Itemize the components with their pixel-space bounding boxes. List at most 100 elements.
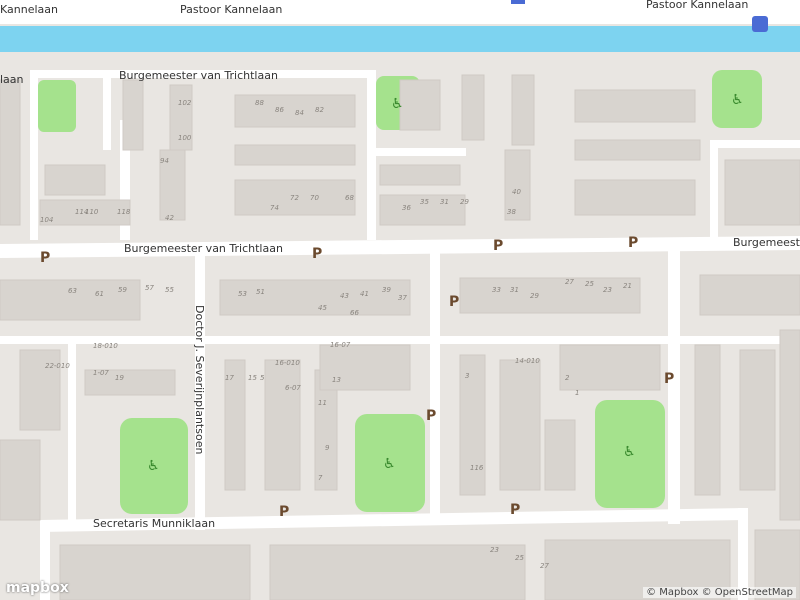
map-attribution[interactable]: © Mapbox © OpenStreetMap bbox=[643, 587, 796, 598]
playground-icon: ♿ bbox=[391, 96, 404, 112]
house-number: 15 bbox=[248, 374, 257, 382]
house-number: 14-010 bbox=[515, 357, 540, 365]
house-number: 6-07 bbox=[285, 384, 301, 392]
house-number: 82 bbox=[315, 106, 324, 114]
road-north-right bbox=[710, 140, 800, 148]
road-north-right-v bbox=[710, 140, 718, 240]
playground-icon: ♿ bbox=[623, 444, 636, 460]
house-number: 39 bbox=[382, 286, 391, 294]
house-number: 16-07 bbox=[330, 341, 351, 349]
road-north-stub bbox=[370, 148, 466, 156]
road-mid-secondary bbox=[0, 336, 800, 344]
house-number: 70 bbox=[310, 194, 319, 202]
house-number: 31 bbox=[440, 198, 449, 206]
house-number: 55 bbox=[165, 286, 174, 294]
house-number: 36 bbox=[402, 204, 411, 212]
house-number: 18-010 bbox=[93, 342, 118, 350]
playground-icon: ♿ bbox=[731, 92, 744, 108]
parking-icon[interactable]: P bbox=[493, 238, 503, 254]
road-north-spur bbox=[103, 70, 111, 150]
park-1 bbox=[38, 80, 76, 132]
street-label-middle-right: Burgemeester bbox=[733, 236, 800, 249]
house-number: 61 bbox=[95, 290, 104, 298]
house-number: 118 bbox=[117, 208, 131, 216]
house-number: 16-010 bbox=[275, 359, 300, 367]
parking-icon[interactable]: P bbox=[664, 371, 674, 387]
house-number: 45 bbox=[318, 304, 327, 312]
house-number: 33 bbox=[492, 286, 501, 294]
parking-icon[interactable]: P bbox=[510, 502, 520, 518]
house-number: 29 bbox=[530, 292, 539, 300]
street-label-top-left: Kannelaan bbox=[0, 3, 58, 16]
house-number: 13 bbox=[332, 376, 341, 384]
parking-icon[interactable]: P bbox=[40, 250, 50, 266]
house-number: 42 bbox=[165, 214, 174, 222]
house-number: 110 bbox=[85, 208, 99, 216]
street-label-south: Secretaris Munniklaan bbox=[93, 517, 215, 530]
house-number: 11 bbox=[318, 399, 327, 407]
street-label-top: Pastoor Kannelaan bbox=[180, 3, 282, 16]
house-number: 72 bbox=[290, 194, 299, 202]
street-label-north: Burgemeester van Trichtlaan bbox=[119, 69, 278, 82]
house-number: 40 bbox=[512, 188, 521, 196]
house-number: 27 bbox=[565, 278, 574, 286]
house-number: 29 bbox=[460, 198, 469, 206]
house-number: 43 bbox=[340, 292, 349, 300]
house-number: 116 bbox=[470, 464, 484, 472]
house-number: 59 bbox=[118, 286, 127, 294]
house-number: 21 bbox=[623, 282, 632, 290]
parking-icon[interactable]: P bbox=[449, 294, 459, 310]
parking-icon[interactable]: P bbox=[426, 408, 436, 424]
parking-icon[interactable]: P bbox=[628, 235, 638, 251]
house-number: 68 bbox=[345, 194, 354, 202]
house-number: 17 bbox=[225, 374, 234, 382]
house-number: 23 bbox=[490, 546, 499, 554]
road-vertical-center bbox=[430, 250, 440, 520]
house-number: 84 bbox=[295, 109, 304, 117]
house-number: 94 bbox=[160, 157, 169, 165]
house-number: 38 bbox=[507, 208, 516, 216]
map-svg: ♿ ♿ ♿ ♿ ♿ Pastoor Kannelaan Kannelaan Pa… bbox=[0, 0, 800, 600]
house-number: 57 bbox=[145, 284, 154, 292]
house-number: 1-07 bbox=[93, 369, 109, 377]
parking-icon[interactable]: P bbox=[312, 246, 322, 262]
playground-icon: ♿ bbox=[147, 458, 160, 474]
road-north-left bbox=[30, 70, 38, 240]
street-label-top-right: Pastoor Kannelaan bbox=[646, 0, 748, 11]
mapbox-logo[interactable]: mapbox bbox=[6, 580, 69, 596]
house-number: 22-010 bbox=[45, 362, 70, 370]
house-number: 3 bbox=[465, 372, 469, 380]
house-number: 2 bbox=[565, 374, 570, 382]
house-number: 25 bbox=[585, 280, 594, 288]
bus-stop-icon[interactable] bbox=[511, 0, 525, 4]
house-number: 66 bbox=[350, 309, 359, 317]
house-number: 7 bbox=[318, 474, 323, 482]
house-number: 27 bbox=[540, 562, 549, 570]
house-number: 35 bbox=[420, 198, 429, 206]
house-number: 51 bbox=[256, 288, 265, 296]
parking-icon[interactable]: P bbox=[279, 504, 289, 520]
house-number: 31 bbox=[510, 286, 519, 294]
attribution-mapbox[interactable]: © Mapbox bbox=[646, 587, 698, 598]
house-number: 74 bbox=[270, 204, 279, 212]
attribution-osm[interactable]: © OpenStreetMap bbox=[702, 587, 793, 598]
mapbox-logo-text: mapbox bbox=[6, 580, 69, 596]
house-number: 37 bbox=[398, 294, 407, 302]
canal-water bbox=[0, 26, 800, 52]
playground-icon: ♿ bbox=[383, 456, 396, 472]
house-number: 25 bbox=[515, 554, 524, 562]
house-number: 9 bbox=[325, 444, 330, 452]
street-label-left-edge: laan bbox=[0, 73, 24, 86]
house-number: 53 bbox=[238, 290, 247, 298]
house-number: 100 bbox=[178, 134, 192, 142]
house-number: 86 bbox=[275, 106, 284, 114]
street-label-vertical: Doctor J. Severijnplantsoen bbox=[193, 305, 206, 454]
house-number: 63 bbox=[68, 287, 77, 295]
house-number: 1 bbox=[575, 389, 579, 397]
bus-stop-icon[interactable] bbox=[752, 16, 768, 32]
map-canvas[interactable]: ♿ ♿ ♿ ♿ ♿ Pastoor Kannelaan Kannelaan Pa… bbox=[0, 0, 800, 600]
house-number: 41 bbox=[360, 290, 369, 298]
house-number: 104 bbox=[40, 216, 53, 224]
house-number: 5 bbox=[260, 374, 265, 382]
house-number: 102 bbox=[178, 99, 192, 107]
